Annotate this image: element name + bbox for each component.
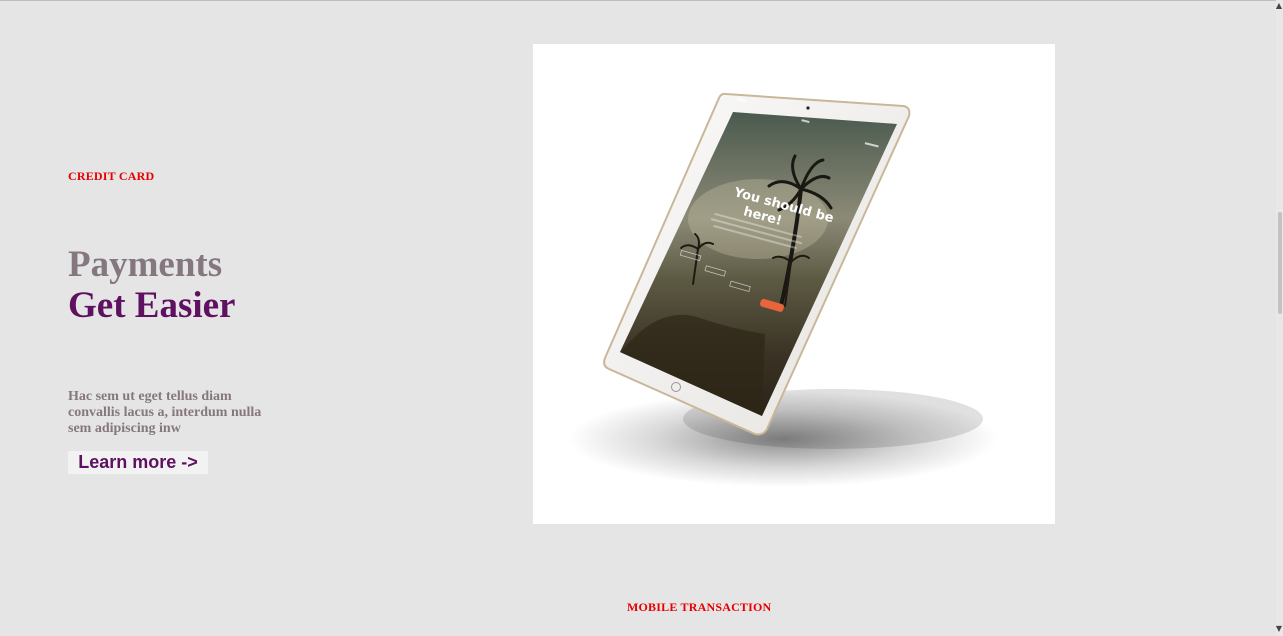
- tablet-camera: [806, 106, 810, 110]
- hero-description: Hac sem ut eget tellus diam convallis la…: [68, 389, 262, 436]
- tablet-mockup-image: You should be here!: [533, 44, 1055, 524]
- vertical-scrollbar[interactable]: ▲ ▼: [1276, 0, 1283, 636]
- hero-headline: Payments Get Easier: [68, 244, 235, 326]
- eyebrow-credit-card: CREDIT CARD: [68, 169, 155, 183]
- eyebrow-mobile-transaction: MOBILE TRANSACTION: [627, 600, 772, 614]
- headline-line-2: Get Easier: [68, 285, 236, 326]
- triangle-down-icon[interactable]: ▼: [1276, 625, 1282, 633]
- headline-line-1: Payments: [68, 244, 223, 285]
- triangle-up-icon[interactable]: ▲: [1276, 2, 1282, 10]
- window-top-border: [0, 0, 1283, 1]
- scrollbar-thumb[interactable]: [1278, 212, 1282, 314]
- learn-more-button[interactable]: Learn more ->: [68, 451, 208, 474]
